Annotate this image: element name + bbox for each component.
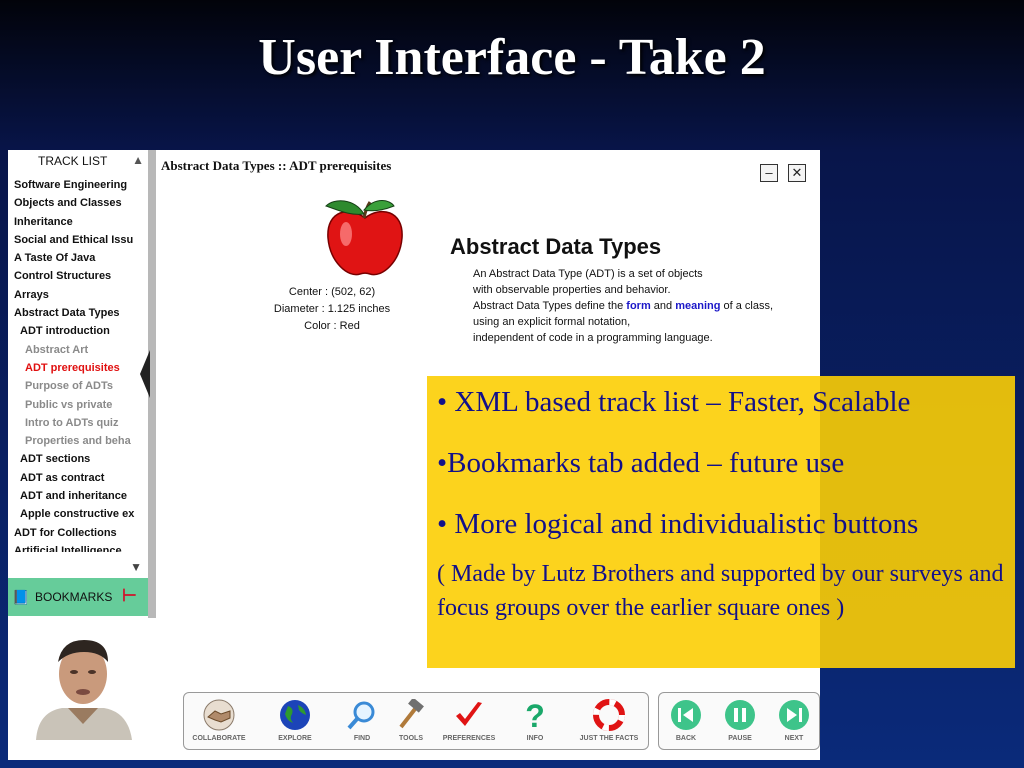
callout-bullet: •Bookmarks tab added – future use — [437, 447, 845, 479]
question-mark-icon: ? — [525, 699, 545, 731]
handshake-icon — [203, 699, 235, 731]
track-list-item[interactable]: Purpose of ADTs — [8, 377, 148, 395]
track-list-item[interactable]: Properties and beha — [8, 432, 148, 450]
callout-bullet: • More logical and individualistic butto… — [437, 508, 919, 540]
track-list-item[interactable]: Abstract Data Types — [8, 304, 148, 322]
life-ring-icon — [593, 699, 625, 731]
track-list: Software Engineering Objects and Classes I… — [8, 176, 148, 552]
collaborate-button[interactable]: COLLABORATE — [188, 697, 250, 747]
breadcrumb: Abstract Data Types :: ADT prerequisites — [161, 158, 392, 173]
para-line: Abstract Data Types define the form and … — [473, 298, 773, 314]
track-list-item[interactable]: Artificial Intelligence — [8, 542, 148, 552]
track-list-item[interactable]: Apple constructive ex — [8, 505, 148, 523]
close-button[interactable]: ✕ — [788, 164, 806, 182]
content-heading: Abstract Data Types — [450, 234, 662, 259]
track-list-item[interactable]: Inheritance — [8, 213, 148, 231]
track-list-header: TRACK LIST ▲ — [8, 152, 148, 172]
slide-title: User Interface - Take 2 — [258, 29, 766, 86]
track-list-title: TRACK LIST — [38, 154, 108, 168]
pause-icon — [725, 700, 755, 730]
just-the-facts-label: JUST THE FACTS — [579, 735, 639, 742]
next-label: NEXT — [784, 735, 804, 742]
callout-bullet: • XML based track list – Faster, Scalabl… — [437, 386, 911, 418]
checkmark-icon — [456, 702, 482, 726]
track-list-panel: TRACK LIST ▲ Software Engineering Objects… — [8, 150, 149, 578]
back-icon — [671, 700, 701, 730]
track-list-item[interactable]: Public vs private — [8, 396, 148, 414]
track-list-item[interactable]: ADT prerequisites — [8, 359, 148, 377]
info-label: INFO — [526, 735, 544, 742]
minimize-button[interactable]: – — [760, 164, 778, 182]
next-icon — [779, 700, 809, 730]
track-list-item[interactable]: ADT sections — [8, 450, 148, 468]
para-line: An Abstract Data Type (ADT) is a set of … — [473, 268, 703, 280]
track-list-item[interactable]: Abstract Art — [8, 341, 148, 359]
tools-label: TOOLS — [399, 735, 423, 742]
book-icon: 📘 — [12, 589, 30, 605]
svg-text:?: ? — [525, 699, 545, 731]
explore-button[interactable]: EXPLORE — [264, 697, 326, 747]
next-button[interactable]: NEXT — [763, 697, 825, 747]
callout-note: ( Made by Lutz Brothers and supported by… — [437, 561, 1004, 621]
scroll-down-icon[interactable]: ▼ — [130, 560, 142, 574]
back-label: BACK — [675, 735, 697, 742]
track-list-item[interactable]: ADT as contract — [8, 469, 148, 487]
pause-button[interactable]: PAUSE — [709, 697, 771, 747]
presenter-video — [28, 628, 138, 740]
callout-box: • XML based track list – Faster, Scalabl… — [427, 376, 1015, 668]
track-list-item[interactable]: Social and Ethical Issu — [8, 231, 148, 249]
para-line: with observable properties and behavior. — [473, 284, 671, 296]
track-list-item[interactable]: Control Structures — [8, 267, 148, 285]
keyword-form-link[interactable]: form — [626, 300, 650, 312]
track-list-item[interactable]: Objects and Classes — [8, 194, 148, 212]
hammer-icon — [399, 699, 424, 729]
apple-diameter-text: Diameter : 1.125 inches — [273, 303, 391, 315]
track-list-item[interactable]: Intro to ADTs quiz — [8, 414, 148, 432]
add-bookmark-icon[interactable]: ⊢ — [122, 586, 137, 606]
back-button[interactable]: BACK — [655, 697, 717, 747]
preferences-button[interactable]: PREFERENCES — [438, 697, 500, 747]
track-list-item[interactable]: ADT and inheritance — [8, 487, 148, 505]
para-line: using an explicit formal notation, — [473, 316, 631, 328]
magnifier-icon — [347, 701, 375, 730]
para-text: of a class, — [720, 300, 774, 312]
keyword-meaning-link[interactable]: meaning — [675, 300, 720, 312]
bookmarks-tab[interactable]: 📘 BOOKMARKS ⊢ — [8, 578, 148, 616]
apple-center-text: Center : (502, 62) — [288, 286, 376, 298]
apple-illustration — [325, 200, 403, 276]
collaborate-label: COLLABORATE — [192, 735, 246, 742]
navigation-controls: BACK PAUSE NEXT — [658, 692, 820, 750]
info-button[interactable]: ? INFO — [504, 697, 566, 747]
collapse-panel-arrow-icon[interactable] — [140, 350, 150, 398]
pause-label: PAUSE — [728, 735, 752, 742]
track-list-item[interactable]: ADT introduction — [8, 322, 148, 340]
bookmarks-label: BOOKMARKS — [35, 590, 113, 604]
track-list-item[interactable]: Software Engineering — [8, 176, 148, 194]
explore-label: EXPLORE — [278, 735, 312, 742]
just-the-facts-button[interactable]: JUST THE FACTS — [578, 697, 640, 747]
preferences-label: PREFERENCES — [442, 735, 496, 742]
globe-icon — [280, 700, 310, 730]
content-paragraph: An Abstract Data Type (ADT) is a set of … — [473, 266, 773, 346]
para-text: and — [650, 300, 676, 312]
track-list-item[interactable]: ADT for Collections — [8, 524, 148, 542]
track-list-item[interactable]: Arrays — [8, 286, 148, 304]
track-list-item[interactable]: A Taste Of Java — [8, 249, 148, 267]
para-line: independent of code in a programming lan… — [473, 332, 713, 344]
scroll-up-icon[interactable]: ▲ — [132, 153, 144, 167]
main-toolbar: COLLABORATE EXPLORE FIND TOOLS PREFERENC… — [183, 692, 649, 750]
tools-button[interactable]: TOOLS — [380, 697, 442, 747]
apple-color-text: Color : Red — [304, 320, 360, 332]
para-text: Abstract Data Types define the — [473, 300, 627, 312]
apple-info: Center : (502, 62) Diameter : 1.125 inch… — [262, 284, 402, 335]
